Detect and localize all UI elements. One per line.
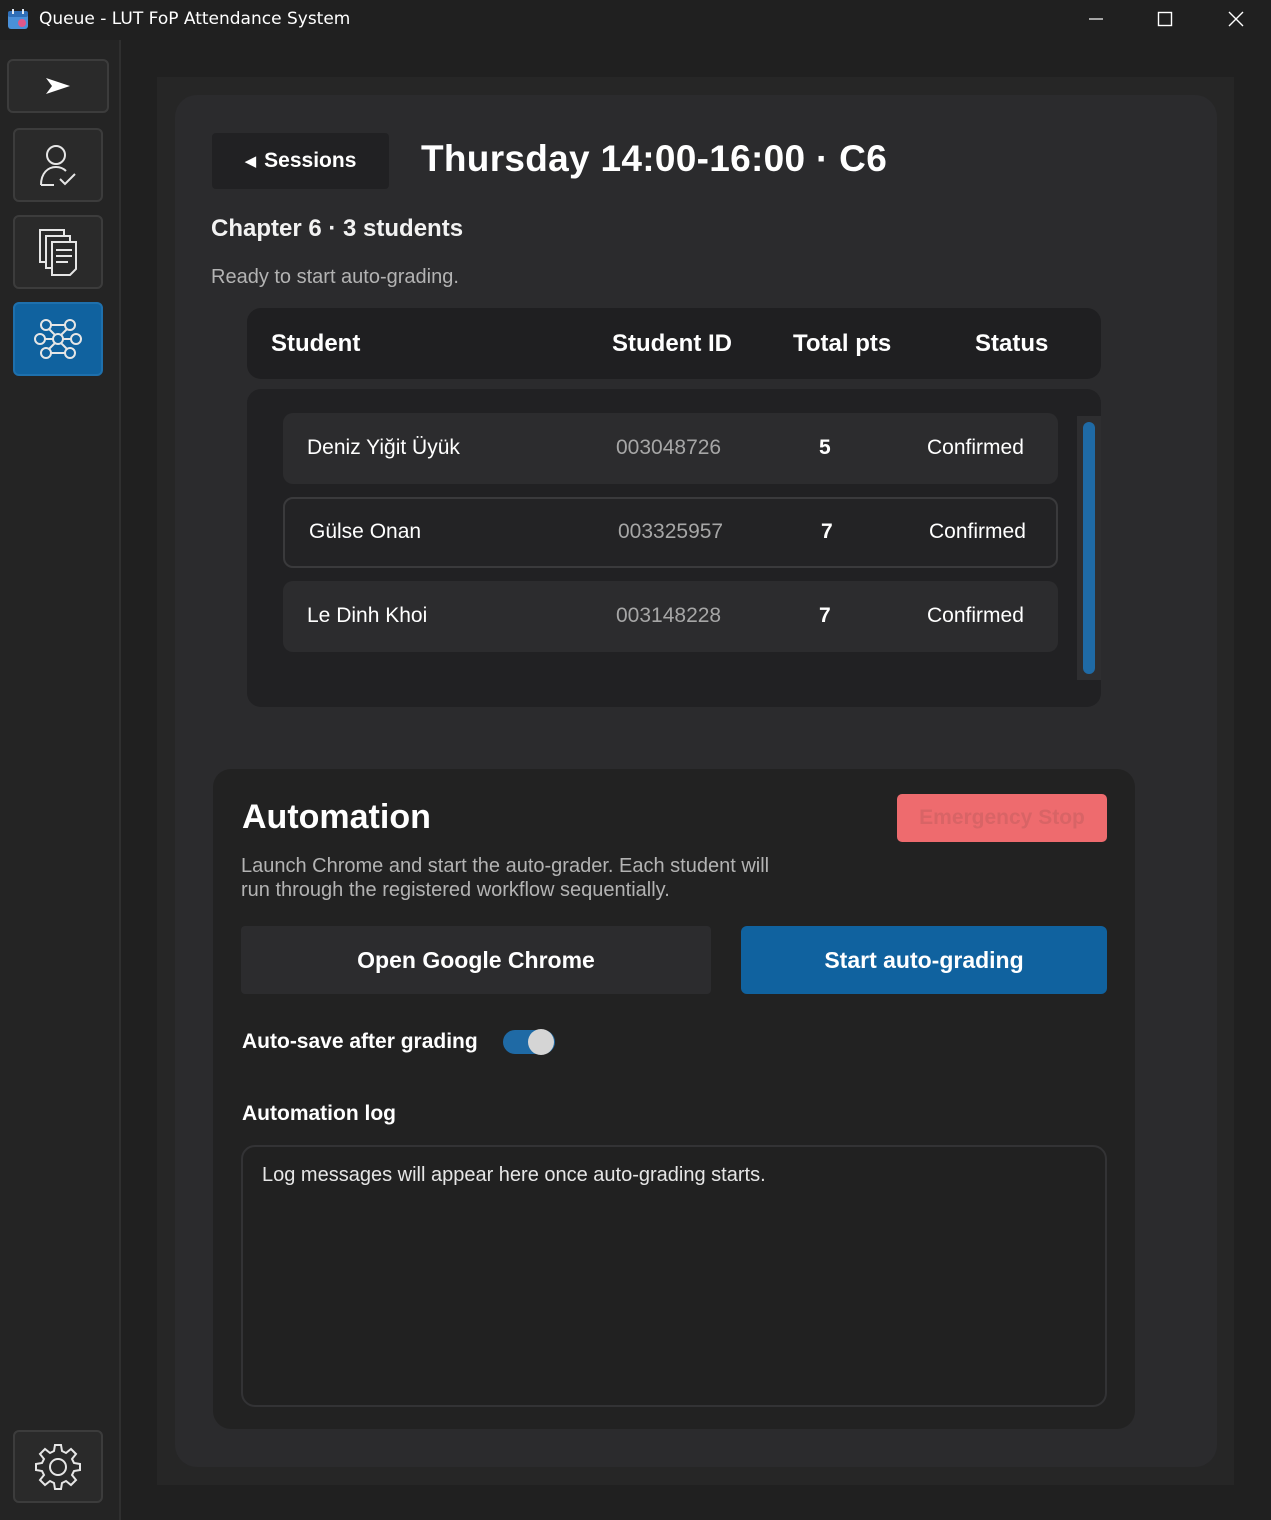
student-name: Deniz Yiğit Üyük bbox=[307, 436, 460, 459]
scrollbar-thumb[interactable] bbox=[1083, 422, 1095, 674]
autosave-label: Auto-save after grading bbox=[242, 1030, 478, 1053]
user-check-icon bbox=[40, 145, 76, 186]
maximize-button[interactable] bbox=[1131, 0, 1199, 38]
column-header-student-id: Student ID bbox=[612, 330, 732, 357]
calendar-app-icon bbox=[8, 9, 28, 29]
minimize-icon bbox=[1089, 18, 1103, 20]
table-row[interactable]: Deniz Yiğit Üyük 003048726 5 Confirmed bbox=[283, 413, 1058, 484]
sidebar-item-attendance[interactable] bbox=[13, 128, 103, 202]
student-name: Le Dinh Khoi bbox=[307, 604, 428, 627]
sidebar-item-settings[interactable] bbox=[13, 1430, 103, 1503]
sidebar-toggle-button[interactable] bbox=[7, 59, 109, 113]
autosave-toggle[interactable] bbox=[503, 1029, 555, 1055]
status: Confirmed bbox=[927, 436, 1024, 459]
toggle-knob bbox=[528, 1029, 554, 1055]
gear-icon bbox=[35, 1443, 81, 1490]
automation-title: Automation bbox=[242, 798, 431, 836]
start-auto-grading-button[interactable]: Start auto-grading bbox=[741, 926, 1107, 994]
maximize-icon bbox=[1157, 11, 1173, 27]
table-row[interactable]: Le Dinh Khoi 003148228 7 Confirmed bbox=[283, 581, 1058, 652]
sidebar-item-documents[interactable] bbox=[13, 215, 103, 289]
open-chrome-button[interactable]: Open Google Chrome bbox=[241, 926, 711, 994]
chapter-subheading: Chapter 6 · 3 students bbox=[211, 215, 464, 242]
total-points: 7 bbox=[819, 604, 831, 627]
grading-status-text: Ready to start auto-grading. bbox=[211, 266, 459, 288]
status: Confirmed bbox=[929, 520, 1026, 543]
automation-log[interactable]: Log messages will appear here once auto-… bbox=[241, 1145, 1107, 1407]
back-button-label: Sessions bbox=[264, 149, 357, 172]
automation-log-label: Automation log bbox=[242, 1102, 396, 1125]
status: Confirmed bbox=[927, 604, 1024, 627]
column-header-total-pts: Total pts bbox=[793, 330, 892, 357]
title-bar: Queue - LUT FoP Attendance System bbox=[0, 0, 1271, 38]
back-to-sessions-button[interactable]: ◀ Sessions bbox=[212, 133, 389, 189]
student-id: 003325957 bbox=[618, 520, 724, 543]
automation-panel: Automation Emergency Stop Launch Chrome … bbox=[213, 769, 1135, 1429]
student-list[interactable]: Deniz Yiğit Üyük 003048726 5 Confirmed G… bbox=[247, 389, 1101, 707]
documents-icon bbox=[39, 229, 77, 276]
emergency-stop-button[interactable]: Emergency Stop bbox=[897, 794, 1107, 842]
back-arrow-icon: ◀ bbox=[244, 153, 257, 170]
student-id: 003048726 bbox=[616, 436, 722, 459]
table-header: Student Student ID Total pts Status bbox=[247, 308, 1101, 379]
student-id: 003148228 bbox=[616, 604, 722, 627]
total-points: 7 bbox=[821, 520, 833, 543]
column-header-student: Student bbox=[271, 330, 361, 357]
log-placeholder-text: Log messages will appear here once auto-… bbox=[262, 1164, 766, 1186]
window-title: Queue - LUT FoP Attendance System bbox=[39, 9, 351, 29]
student-name: Gülse Onan bbox=[309, 520, 422, 543]
network-graph-icon bbox=[34, 319, 82, 359]
automation-description: Launch Chrome and start the auto-grader.… bbox=[241, 855, 770, 901]
send-arrow-icon bbox=[46, 78, 70, 94]
page-title: Thursday 14:00-16:00 · C6 bbox=[421, 138, 888, 179]
column-header-status: Status bbox=[975, 330, 1049, 357]
sidebar-item-automation[interactable] bbox=[13, 302, 103, 376]
sidebar bbox=[0, 40, 121, 1520]
minimize-button[interactable] bbox=[1062, 0, 1130, 38]
close-button[interactable] bbox=[1202, 0, 1270, 38]
close-icon bbox=[1228, 11, 1244, 27]
total-points: 5 bbox=[819, 436, 831, 459]
table-row[interactable]: Gülse Onan 003325957 7 Confirmed bbox=[283, 497, 1058, 568]
